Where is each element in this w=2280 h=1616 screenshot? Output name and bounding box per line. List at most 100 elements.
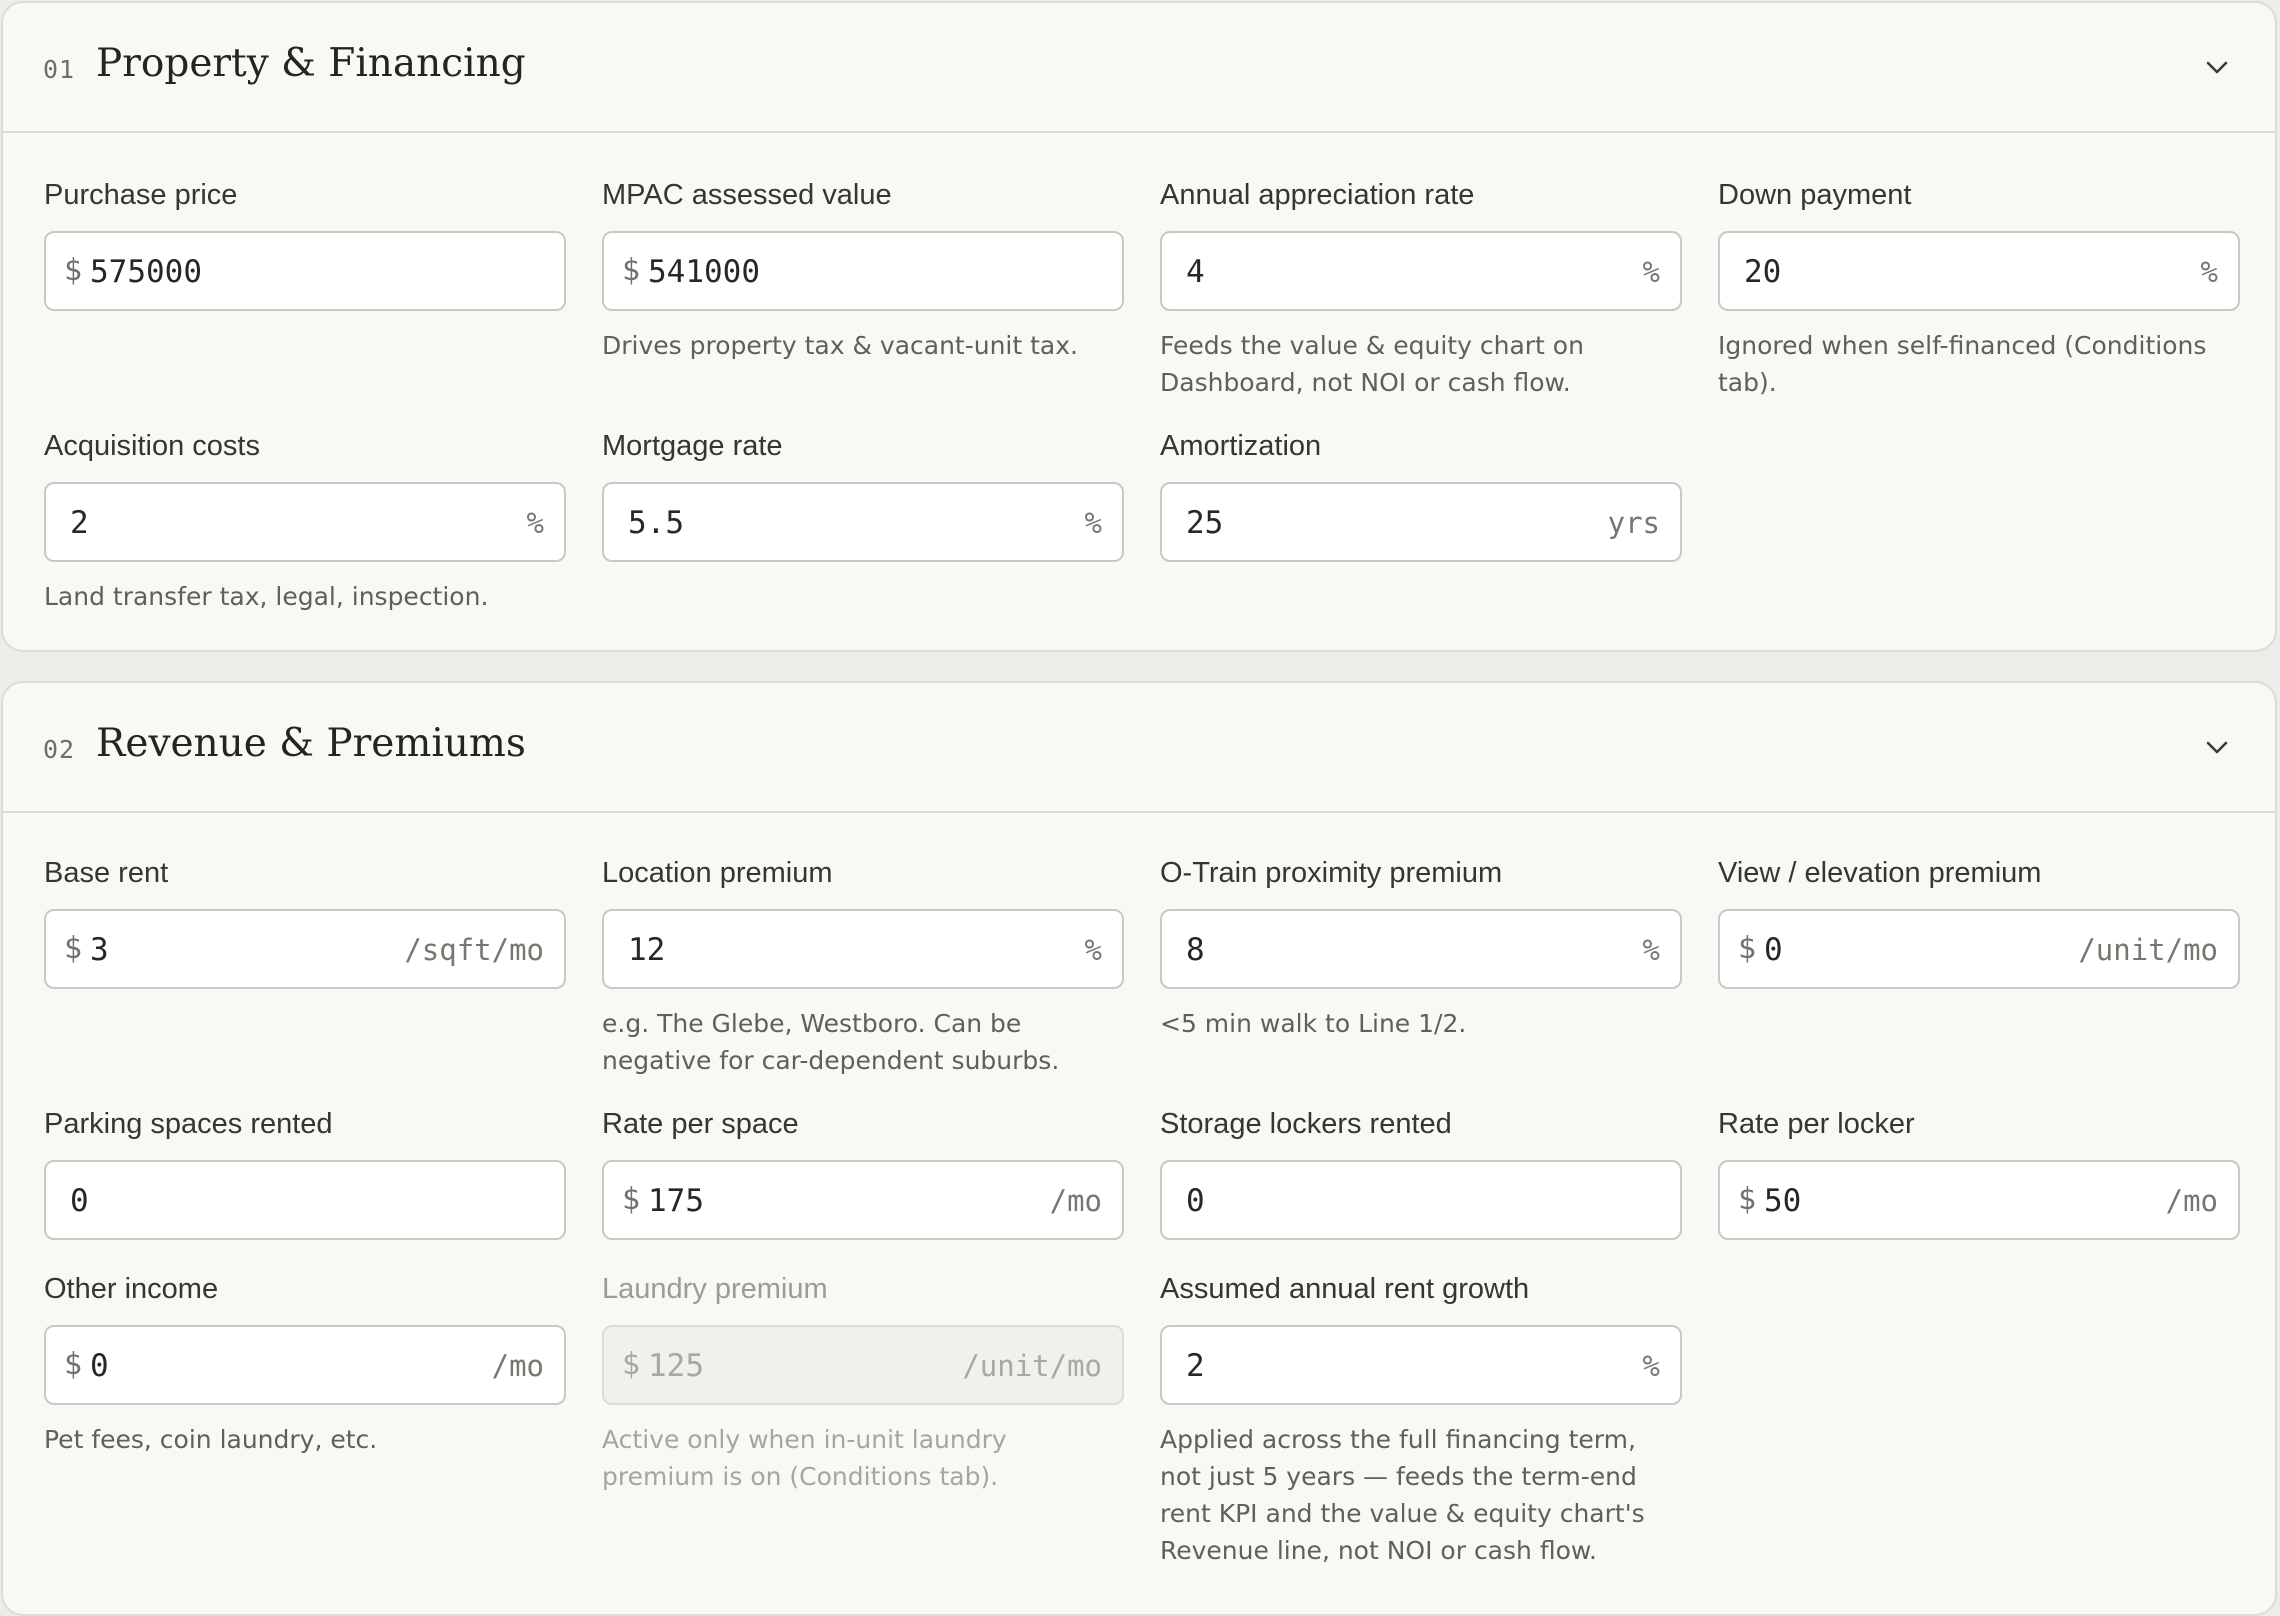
purchase-price-field: Purchase price $ 575000 <box>44 178 566 311</box>
field-hint: Ignored when self-financed (Conditions t… <box>1718 331 2207 397</box>
field-label: Purchase price <box>44 179 238 211</box>
input-value: 125 <box>648 1348 704 1384</box>
down-payment-field: Down payment 20 % Ignored when self-fina… <box>1718 178 2240 401</box>
calculator-page: 01 Property & Financing Purchase price $… <box>0 0 2280 1616</box>
section-title: Property & Financing <box>96 41 526 86</box>
input-value: 8 <box>1186 932 1205 968</box>
currency-prefix: $ <box>622 1182 641 1217</box>
input-value: 12 <box>628 932 666 968</box>
field-hint: Applied across the full financing term, … <box>1160 1425 1645 1565</box>
unit-suffix: /unit/mo <box>962 1349 1102 1383</box>
assumed-annual-rent-growth-input[interactable]: 2 % <box>1160 1325 1682 1405</box>
storage-lockers-rented-input[interactable]: 0 <box>1160 1160 1682 1240</box>
input-value: 0 <box>1764 932 1783 968</box>
laundry-premium-field: Laundry premium $ 125 /unit/mo Active on… <box>602 1272 1124 1495</box>
input-value: 2 <box>1186 1348 1205 1384</box>
view-elevation-premium-field: View / elevation premium $ 0 /unit/mo <box>1718 856 2240 989</box>
rate-per-locker-input[interactable]: $ 50 /mo <box>1718 1160 2240 1240</box>
field-label: Location premium <box>602 857 833 889</box>
field-label: Laundry premium <box>602 1273 828 1305</box>
field-hint: Land transfer tax, legal, inspection. <box>44 582 489 611</box>
property-financing-panel: 01 Property & Financing Purchase price $… <box>1 1 2277 652</box>
location-premium-input[interactable]: 12 % <box>602 909 1124 989</box>
rate-per-space-input[interactable]: $ 175 /mo <box>602 1160 1124 1240</box>
unit-suffix: % <box>1642 255 1660 289</box>
unit-suffix: % <box>1642 933 1660 967</box>
amortization-field: Amortization 25 yrs <box>1160 429 1682 562</box>
unit-suffix: % <box>526 506 544 540</box>
input-value: 2 <box>70 505 89 541</box>
field-hint: Drives property tax & vacant-unit tax. <box>602 331 1078 360</box>
section-number: 02 <box>43 735 76 764</box>
field-label: Down payment <box>1718 179 1912 211</box>
chevron-down-icon[interactable] <box>2203 53 2231 81</box>
field-label: Annual appreciation rate <box>1160 179 1475 211</box>
field-label: Other income <box>44 1273 219 1305</box>
field-hint: Pet fees, coin laundry, etc. <box>44 1425 378 1454</box>
mortgage-rate-input[interactable]: 5.5 % <box>602 482 1124 562</box>
location-premium-field: Location premium 12 % e.g. The Glebe, We… <box>602 856 1124 1079</box>
laundry-premium-input: $ 125 /unit/mo <box>602 1325 1124 1405</box>
input-value: 575000 <box>90 254 202 290</box>
chevron-down-icon[interactable] <box>2203 733 2231 761</box>
unit-suffix: /mo <box>1049 1184 1102 1218</box>
field-label: Storage lockers rented <box>1160 1108 1452 1140</box>
view-elevation-premium-input[interactable]: $ 0 /unit/mo <box>1718 909 2240 989</box>
assumed-annual-rent-growth-field: Assumed annual rent growth 2 % Applied a… <box>1160 1272 1682 1569</box>
other-income-input[interactable]: $ 0 /mo <box>44 1325 566 1405</box>
field-hint: Feeds the value & equity chart on Dashbo… <box>1160 331 1584 397</box>
field-label: Mortgage rate <box>602 430 783 462</box>
field-label: View / elevation premium <box>1718 857 2042 889</box>
parking-spaces-rented-input[interactable]: 0 <box>44 1160 566 1240</box>
field-hint: <5 min walk to Line 1/2. <box>1160 1009 1467 1038</box>
currency-prefix: $ <box>1738 931 1757 966</box>
input-value: 541000 <box>648 254 760 290</box>
currency-prefix: $ <box>64 1347 83 1382</box>
field-label: MPAC assessed value <box>602 179 892 211</box>
unit-suffix: % <box>2200 255 2218 289</box>
unit-suffix: /unit/mo <box>2078 933 2218 967</box>
rate-per-locker-field: Rate per locker $ 50 /mo <box>1718 1107 2240 1240</box>
currency-prefix: $ <box>1738 1182 1757 1217</box>
acquisition-costs-field: Acquisition costs 2 % Land transfer tax,… <box>44 429 566 615</box>
unit-suffix: % <box>1084 933 1102 967</box>
input-value: 3 <box>90 932 109 968</box>
section-title: Revenue & Premiums <box>96 721 526 766</box>
o-train-proximity-premium-input[interactable]: 8 % <box>1160 909 1682 989</box>
unit-suffix: % <box>1642 1349 1660 1383</box>
unit-suffix: /sqft/mo <box>404 933 544 967</box>
field-label: Amortization <box>1160 430 1322 462</box>
field-label: Rate per space <box>602 1108 799 1140</box>
annual-appreciation-rate-field: Annual appreciation rate 4 % Feeds the v… <box>1160 178 1682 401</box>
input-value: 25 <box>1186 505 1224 541</box>
mpac-assessed-value-input[interactable]: $ 541000 <box>602 231 1124 311</box>
unit-suffix: yrs <box>1607 506 1660 540</box>
acquisition-costs-input[interactable]: 2 % <box>44 482 566 562</box>
input-value: 50 <box>1764 1183 1802 1219</box>
field-label: Acquisition costs <box>44 430 260 462</box>
unit-suffix: /mo <box>491 1349 544 1383</box>
section-header-revenue-premiums[interactable]: 02 Revenue & Premiums <box>3 683 2275 813</box>
parking-spaces-rented-field: Parking spaces rented 0 <box>44 1107 566 1240</box>
mpac-assessed-value-field: MPAC assessed value $ 541000 Drives prop… <box>602 178 1124 364</box>
currency-prefix: $ <box>622 1347 641 1382</box>
base-rent-field: Base rent $ 3 /sqft/mo <box>44 856 566 989</box>
input-value: 175 <box>648 1183 704 1219</box>
field-label: O-Train proximity premium <box>1160 857 1503 889</box>
base-rent-input[interactable]: $ 3 /sqft/mo <box>44 909 566 989</box>
field-hint: e.g. The Glebe, Westboro. Can be negativ… <box>602 1009 1060 1075</box>
purchase-price-input[interactable]: $ 575000 <box>44 231 566 311</box>
down-payment-input[interactable]: 20 % <box>1718 231 2240 311</box>
section-header-property-financing[interactable]: 01 Property & Financing <box>3 3 2275 133</box>
other-income-field: Other income $ 0 /mo Pet fees, coin laun… <box>44 1272 566 1458</box>
annual-appreciation-rate-input[interactable]: 4 % <box>1160 231 1682 311</box>
amortization-input[interactable]: 25 yrs <box>1160 482 1682 562</box>
input-value: 20 <box>1744 254 1782 290</box>
section-number: 01 <box>43 55 76 84</box>
currency-prefix: $ <box>622 253 641 288</box>
input-value: 5.5 <box>628 505 684 541</box>
unit-suffix: % <box>1084 506 1102 540</box>
currency-prefix: $ <box>64 253 83 288</box>
input-value: 0 <box>90 1348 109 1384</box>
field-label: Rate per locker <box>1718 1108 1915 1140</box>
